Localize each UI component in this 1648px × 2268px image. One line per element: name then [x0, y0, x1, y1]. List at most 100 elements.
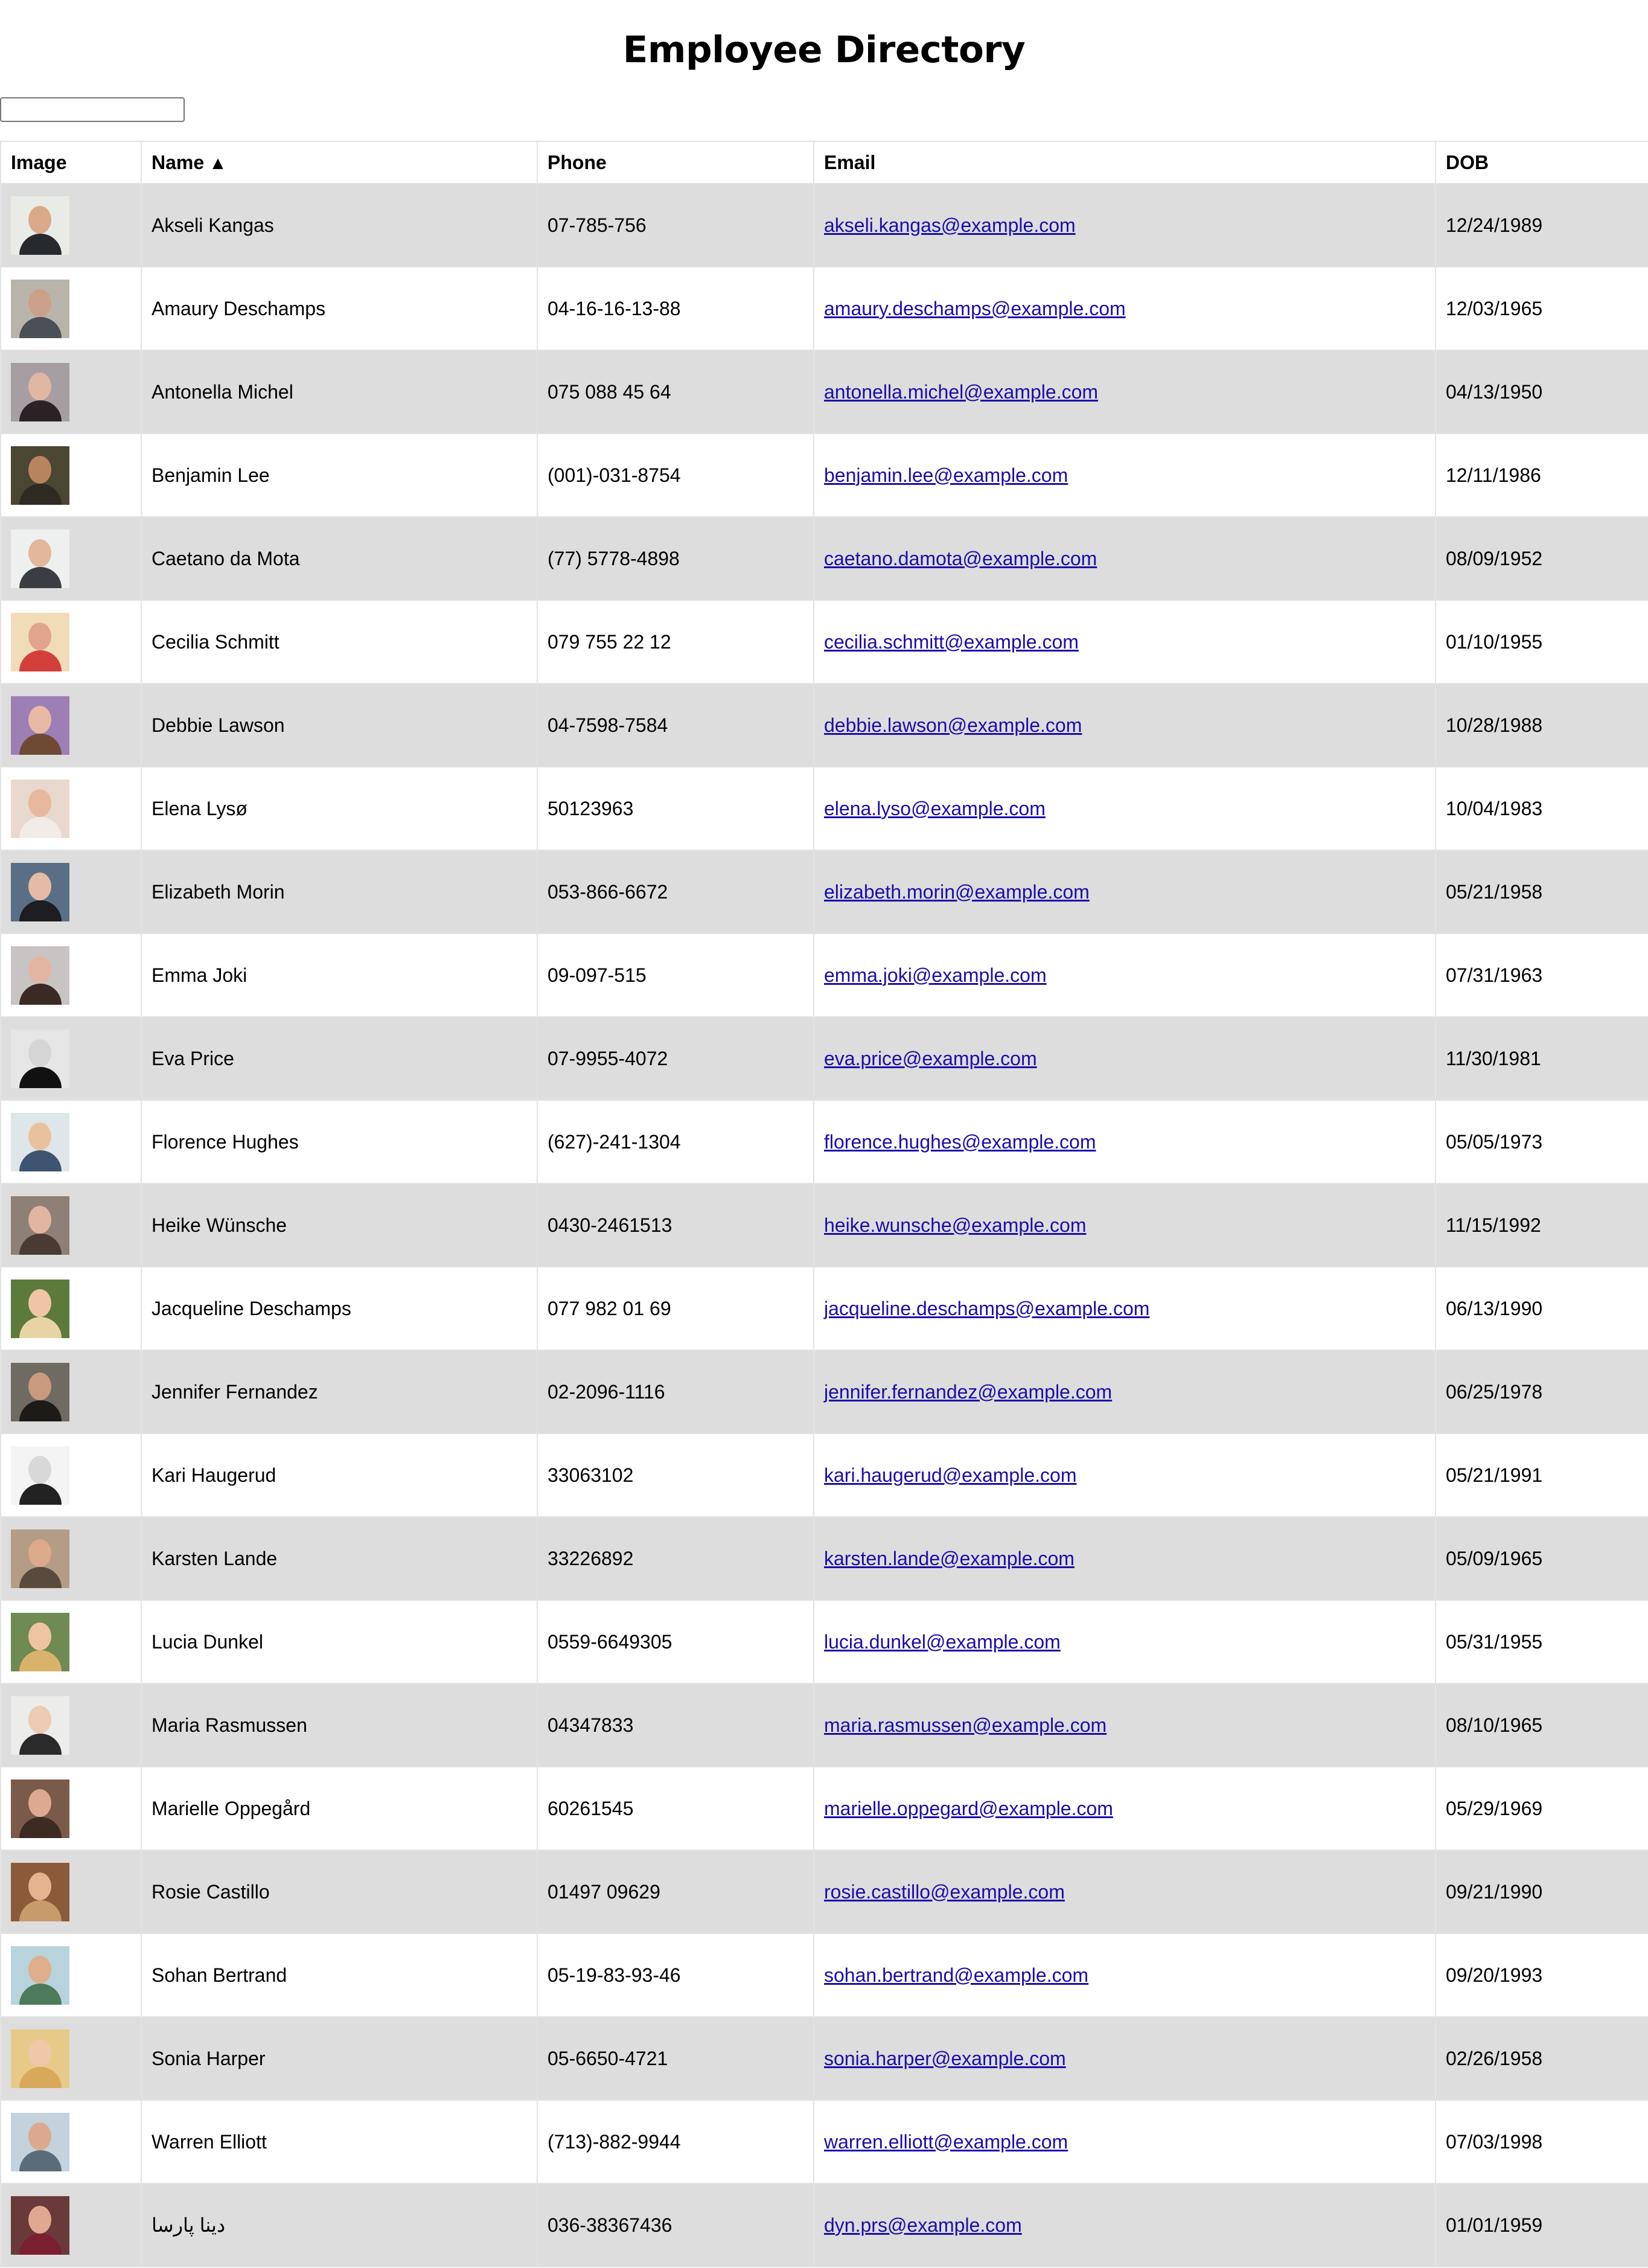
employee-name: Jacqueline Deschamps — [152, 1297, 351, 1319]
employee-phone: 33226892 — [548, 1547, 634, 1569]
employee-phone: 036-38367436 — [548, 2214, 672, 2236]
cell-email: amaury.deschamps@example.com — [813, 266, 1436, 351]
employee-email-link[interactable]: maria.rasmussen@example.com — [824, 1714, 1107, 1736]
table-row: Maria Rasmussen 04347833 maria.rasmussen@e… — [0, 1683, 1648, 1767]
cell-name: Sonia Harper — [141, 2016, 538, 2101]
cell-phone: 079 755 22 12 — [537, 600, 814, 684]
column-header-email[interactable]: Email — [813, 141, 1436, 184]
employee-phone: 0430-2461513 — [548, 1214, 672, 1236]
cell-image — [0, 1683, 142, 1767]
cell-phone: (77) 5778-4898 — [537, 516, 814, 601]
employee-email-link[interactable]: marielle.oppegard@example.com — [824, 1798, 1113, 1819]
employee-email-link[interactable]: sohan.bertrand@example.com — [824, 1964, 1088, 1986]
column-header-phone[interactable]: Phone — [537, 141, 814, 184]
cell-image — [0, 1266, 142, 1351]
employee-name: Benjamin Lee — [152, 464, 270, 486]
avatar — [11, 696, 69, 755]
cell-name: Cecilia Schmitt — [141, 600, 538, 684]
table-row: Jennifer Fernandez 02-2096-1116 jennifer.f… — [0, 1350, 1648, 1434]
employee-dob: 06/13/1990 — [1446, 1297, 1543, 1319]
cell-image — [0, 933, 142, 1017]
cell-name: Antonella Michel — [141, 350, 538, 434]
cell-image — [0, 350, 142, 434]
column-header-image-label: Image — [11, 151, 67, 173]
cell-email: dyn.prs@example.com — [813, 2183, 1436, 2267]
employee-email-link[interactable]: dyn.prs@example.com — [824, 2214, 1022, 2236]
employee-email-link[interactable]: caetano.damota@example.com — [824, 548, 1097, 569]
employee-phone: 33063102 — [548, 1464, 634, 1486]
cell-image — [0, 266, 142, 351]
avatar — [11, 612, 69, 671]
employee-email-link[interactable]: cecilia.schmitt@example.com — [824, 631, 1079, 653]
cell-phone: (627)-241-1304 — [537, 1100, 814, 1184]
employee-phone: 05-6650-4721 — [548, 2047, 668, 2069]
employee-email-link[interactable]: akseli.kangas@example.com — [824, 214, 1076, 236]
cell-dob: 01/10/1955 — [1435, 600, 1648, 684]
avatar — [11, 196, 69, 255]
search-input[interactable] — [0, 97, 185, 122]
employee-email-link[interactable]: elizabeth.morin@example.com — [824, 881, 1090, 903]
employee-email-link[interactable]: kari.haugerud@example.com — [824, 1464, 1076, 1486]
cell-email: heike.wunsche@example.com — [813, 1183, 1436, 1267]
table-row: Caetano da Mota (77) 5778-4898 caetano.dam… — [0, 516, 1648, 601]
table-body: Akseli Kangas 07-785-756 akseli.kangas@exa… — [0, 183, 1648, 2267]
employee-email-link[interactable]: elena.lyso@example.com — [824, 798, 1046, 819]
employee-phone: (77) 5778-4898 — [548, 547, 680, 569]
cell-email: sohan.bertrand@example.com — [813, 1933, 1436, 2017]
employee-phone: (713)-882-9944 — [548, 2130, 681, 2153]
cell-image — [0, 2183, 142, 2267]
employee-email-link[interactable]: antonella.michel@example.com — [824, 381, 1098, 403]
employee-dob: 04/13/1950 — [1446, 380, 1543, 403]
cell-email: debbie.lawson@example.com — [813, 683, 1436, 767]
employee-name: Akseli Kangas — [152, 214, 274, 236]
cell-dob: 07/03/1998 — [1435, 2100, 1648, 2184]
column-header-image[interactable]: Image — [0, 141, 142, 184]
employee-name: Eva Price — [152, 1047, 234, 1069]
employee-email-link[interactable]: warren.elliott@example.com — [824, 2131, 1068, 2153]
avatar — [11, 446, 69, 505]
employee-email-link[interactable]: emma.joki@example.com — [824, 964, 1047, 986]
employee-email-link[interactable]: amaury.deschamps@example.com — [824, 298, 1126, 319]
employee-email-link[interactable]: benjamin.lee@example.com — [824, 464, 1068, 486]
employee-email-link[interactable]: eva.price@example.com — [824, 1048, 1037, 1069]
employee-email-link[interactable]: sonia.harper@example.com — [824, 2048, 1066, 2069]
employee-dob: 05/21/1991 — [1446, 1464, 1543, 1486]
employee-name: Kari Haugerud — [152, 1464, 276, 1486]
cell-phone: 07-9955-4072 — [537, 1016, 814, 1101]
table-row: Heike Wünsche 0430-2461513 heike.wunsche@e… — [0, 1183, 1648, 1267]
employee-email-link[interactable]: florence.hughes@example.com — [824, 1131, 1096, 1153]
cell-name: Jacqueline Deschamps — [141, 1266, 538, 1351]
cell-email: elena.lyso@example.com — [813, 766, 1436, 851]
employee-email-link[interactable]: heike.wunsche@example.com — [824, 1214, 1086, 1236]
avatar — [11, 946, 69, 1005]
column-header-dob[interactable]: DOB — [1435, 141, 1648, 184]
employee-name: Debbie Lawson — [152, 714, 285, 736]
column-header-name[interactable]: Name ▲ — [141, 141, 538, 184]
cell-email: karsten.lande@example.com — [813, 1516, 1436, 1601]
table-row: Debbie Lawson 04-7598-7584 debbie.lawson@e… — [0, 683, 1648, 767]
employee-name: Antonella Michel — [152, 380, 293, 403]
employee-dob: 10/28/1988 — [1446, 714, 1543, 736]
cell-phone: 02-2096-1116 — [537, 1350, 814, 1434]
employee-email-link[interactable]: lucia.dunkel@example.com — [824, 1631, 1061, 1653]
employee-table: Image Name ▲ Phone Email DOB Akseli Kanga… — [0, 141, 1648, 2267]
employee-email-link[interactable]: karsten.lande@example.com — [824, 1548, 1075, 1569]
table-row: Akseli Kangas 07-785-756 akseli.kangas@exa… — [0, 183, 1648, 267]
employee-email-link[interactable]: jennifer.fernandez@example.com — [824, 1381, 1112, 1403]
employee-name: Lucia Dunkel — [152, 1630, 263, 1653]
cell-dob: 09/21/1990 — [1435, 1850, 1648, 1934]
cell-email: sonia.harper@example.com — [813, 2016, 1436, 2101]
employee-dob: 07/31/1963 — [1446, 964, 1543, 986]
cell-email: benjamin.lee@example.com — [813, 433, 1436, 517]
employee-email-link[interactable]: jacqueline.deschamps@example.com — [824, 1298, 1149, 1319]
cell-name: Emma Joki — [141, 933, 538, 1017]
cell-name: Elizabeth Morin — [141, 850, 538, 934]
cell-phone: 036-38367436 — [537, 2183, 814, 2267]
table-header: Image Name ▲ Phone Email DOB — [0, 141, 1648, 184]
employee-email-link[interactable]: debbie.lawson@example.com — [824, 714, 1082, 736]
employee-phone: 053-866-6672 — [548, 880, 668, 903]
avatar — [11, 279, 69, 338]
employee-dob: 11/30/1981 — [1446, 1047, 1541, 1069]
employee-email-link[interactable]: rosie.castillo@example.com — [824, 1881, 1065, 1903]
cell-dob: 12/11/1986 — [1435, 433, 1648, 517]
